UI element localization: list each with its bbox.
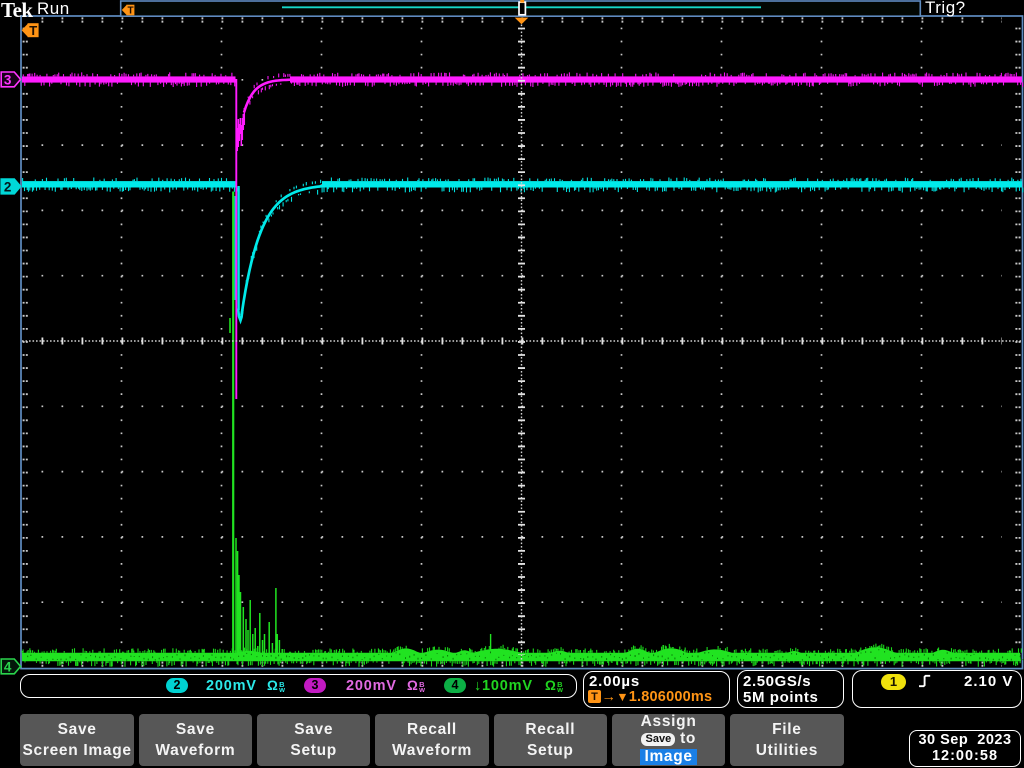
svg-text:2: 2 xyxy=(4,180,12,195)
svg-text:T: T xyxy=(29,23,37,38)
svg-text:T: T xyxy=(128,5,134,16)
svg-text:3: 3 xyxy=(4,73,12,88)
svg-text:4: 4 xyxy=(4,660,12,675)
